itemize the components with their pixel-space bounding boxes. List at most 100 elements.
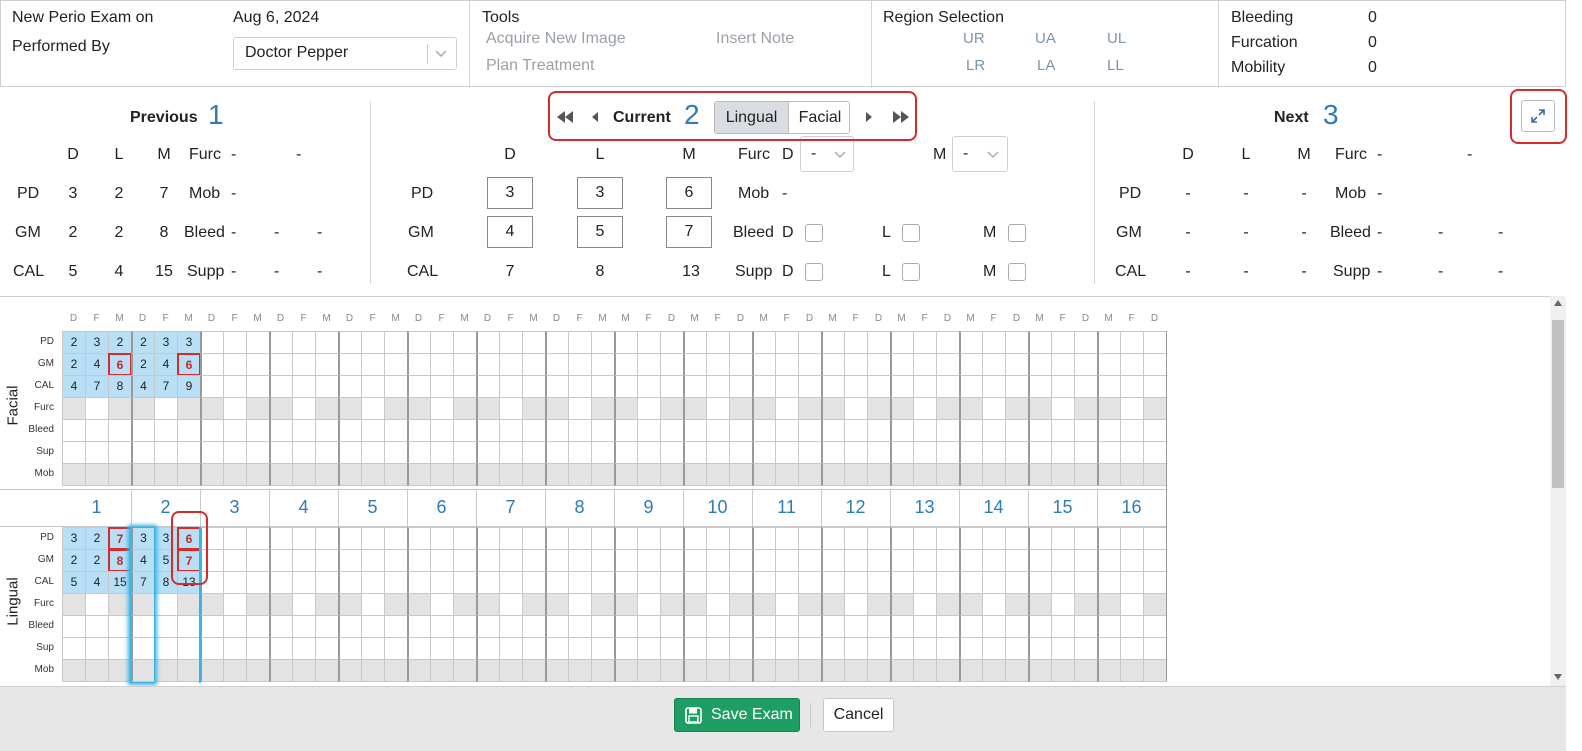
facial-cell[interactable] [1074,331,1098,354]
facial-cell[interactable] [1120,397,1144,420]
lingual-cell[interactable] [614,593,638,616]
facial-cell[interactable] [913,331,937,354]
lingual-cell[interactable] [752,659,776,682]
lingual-cell[interactable] [867,637,891,660]
facial-cell[interactable] [637,463,661,486]
facial-cell[interactable] [660,375,684,398]
lingual-cell[interactable] [545,615,569,638]
tooth-number[interactable]: 11 [752,497,821,518]
facial-cell[interactable] [246,353,270,376]
facial-cell[interactable] [913,397,937,420]
lingual-cell[interactable]: 2 [85,527,109,550]
facial-cell[interactable] [844,441,868,464]
lingual-cell[interactable] [1143,659,1167,682]
lingual-cell[interactable] [1074,659,1098,682]
lingual-cell[interactable] [522,659,546,682]
lingual-cell[interactable] [1097,659,1121,682]
lingual-cell[interactable] [729,571,753,594]
facial-cell[interactable] [315,375,339,398]
lingual-cell[interactable] [85,593,109,616]
facial-cell[interactable] [1005,419,1029,442]
lingual-cell[interactable] [85,615,109,638]
gm-input-l[interactable]: 5 [577,216,623,248]
facial-cell[interactable] [177,397,201,420]
facial-cell[interactable] [660,441,684,464]
facial-cell[interactable]: 4 [131,375,155,398]
lingual-cell[interactable] [775,659,799,682]
lingual-cell[interactable] [407,593,431,616]
facial-cell[interactable] [959,397,983,420]
facial-cell[interactable] [683,353,707,376]
lingual-cell[interactable] [545,527,569,550]
lingual-cell[interactable] [637,659,661,682]
tooth-number[interactable]: 1 [62,497,131,518]
lingual-cell[interactable] [959,527,983,550]
facial-cell[interactable] [568,397,592,420]
pd-input-l[interactable]: 3 [577,177,623,209]
tooth-number[interactable]: 15 [1028,497,1097,518]
lingual-cell[interactable] [591,549,615,572]
facial-cell[interactable] [177,419,201,442]
facial-cell[interactable] [890,419,914,442]
lingual-cell[interactable] [476,571,500,594]
facial-cell[interactable] [959,375,983,398]
lingual-cell[interactable] [1051,571,1075,594]
lingual-cell[interactable] [844,615,868,638]
lingual-cell[interactable] [1097,637,1121,660]
facial-cell[interactable] [108,397,132,420]
facial-cell[interactable] [246,397,270,420]
lingual-cell[interactable] [1028,593,1052,616]
pd-input-m[interactable]: 6 [666,177,712,209]
lingual-cell[interactable] [867,549,891,572]
facial-cell[interactable] [338,331,362,354]
lingual-cell[interactable] [591,527,615,550]
tooth-number[interactable]: 4 [269,497,338,518]
facial-cell[interactable] [936,375,960,398]
facial-cell[interactable] [545,419,569,442]
lingual-cell[interactable] [1051,659,1075,682]
facial-cell[interactable] [1051,419,1075,442]
facial-cell[interactable] [361,375,385,398]
lingual-cell[interactable] [269,549,293,572]
facial-cell[interactable] [338,463,362,486]
facial-cell[interactable] [384,441,408,464]
facial-cell[interactable] [62,441,86,464]
facial-cell[interactable] [453,397,477,420]
lingual-cell[interactable] [453,659,477,682]
facial-cell[interactable] [568,419,592,442]
bleed-l-checkbox[interactable] [902,224,920,242]
facial-cell[interactable] [453,375,477,398]
facial-cell[interactable] [1005,397,1029,420]
lingual-cell[interactable] [108,593,132,616]
region-ul[interactable]: UL [1107,30,1126,47]
facial-cell[interactable] [959,353,983,376]
lingual-cell[interactable] [430,527,454,550]
lingual-cell[interactable] [407,659,431,682]
supp-m-checkbox[interactable] [1008,263,1026,281]
lingual-cell[interactable] [269,637,293,660]
lingual-cell[interactable] [223,549,247,572]
region-lr[interactable]: LR [966,57,985,74]
facial-cell[interactable] [108,463,132,486]
facial-cell[interactable] [223,441,247,464]
facial-cell[interactable] [683,441,707,464]
lingual-cell[interactable] [706,615,730,638]
facial-cell[interactable] [660,353,684,376]
lingual-cell[interactable] [545,549,569,572]
lingual-cell[interactable]: 2 [85,549,109,572]
facial-cell[interactable] [1120,375,1144,398]
lingual-cell[interactable] [936,571,960,594]
lingual-cell[interactable] [752,615,776,638]
facial-cell[interactable] [269,419,293,442]
facial-cell[interactable]: 7 [154,375,178,398]
facial-cell[interactable] [729,441,753,464]
facial-cell[interactable] [1074,419,1098,442]
facial-cell[interactable] [545,375,569,398]
lingual-cell[interactable] [890,549,914,572]
facial-cell[interactable] [775,441,799,464]
lingual-cell[interactable] [1143,549,1167,572]
lingual-cell[interactable] [430,615,454,638]
lingual-cell[interactable] [798,637,822,660]
lingual-cell[interactable] [1051,549,1075,572]
facial-cell[interactable] [729,419,753,442]
